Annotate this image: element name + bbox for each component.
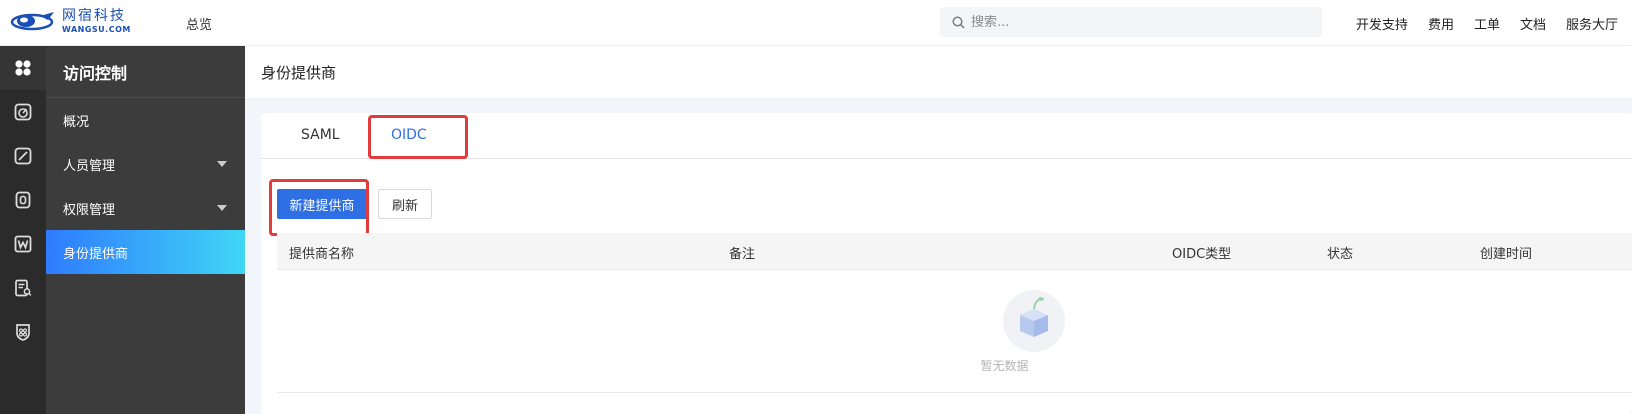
nav-docs[interactable]: 文档 (1520, 14, 1546, 33)
page-title: 身份提供商 (261, 63, 337, 82)
nav-tickets[interactable]: 工单 (1474, 14, 1500, 33)
refresh-button[interactable]: 刷新 (378, 189, 432, 219)
empty-text: 暂无数据 (980, 359, 1029, 373)
company-logo[interactable]: 网宿科技 WANGSU.COM (10, 8, 131, 34)
shield-icon (16, 324, 30, 341)
page-header: 身份提供商 (245, 46, 1632, 98)
highlight-box-create-button (269, 179, 369, 236)
sidebar-item-label: 身份提供商 (63, 246, 129, 262)
column-header-remark[interactable]: 备注 (729, 243, 755, 262)
sidebar: 访问控制 概况 人员管理 权限管理 身份提供商 (46, 46, 245, 414)
document-search-icon (15, 279, 32, 297)
w-icon (14, 235, 32, 253)
chevron-down-icon (217, 205, 227, 211)
rail-item-doc-search[interactable] (0, 266, 46, 310)
search-box[interactable] (940, 7, 1322, 37)
rail-item-w[interactable] (0, 222, 46, 266)
edit-icon (14, 147, 32, 165)
nav-billing[interactable]: 费用 (1428, 14, 1454, 33)
sidebar-item-label: 人员管理 (63, 158, 116, 174)
column-header-oidc-type[interactable]: OIDC类型 (1172, 243, 1231, 262)
icon-rail (0, 46, 46, 414)
table-empty-state: 暂无数据 (277, 271, 1632, 393)
rail-item-dashboard[interactable] (0, 90, 46, 134)
content-card: SAML OIDC 新建提供商 刷新 提供商名称 备注 OIDC类型 状态 创建… (261, 113, 1632, 414)
sidebar-item-permission-management[interactable]: 权限管理 (46, 186, 245, 230)
sidebar-item-overview[interactable]: 概况 (46, 98, 245, 142)
empty-box-icon (1003, 290, 1065, 352)
sidebar-item-user-management[interactable]: 人员管理 (46, 142, 245, 186)
top-nav: 开发支持 费用 工单 文档 服务大厅 (1356, 14, 1618, 33)
top-bar: 网宿科技 WANGSU.COM 总览 开发支持 费用 工单 文档 服务大厅 (0, 0, 1632, 45)
highlight-box-oidc-tab (368, 115, 468, 159)
logo-name-cn: 网宿科技 (62, 7, 126, 24)
search-input[interactable] (971, 14, 1301, 30)
storage-icon (15, 191, 31, 209)
rail-item-storage[interactable] (0, 178, 46, 222)
overview-link[interactable]: 总览 (186, 14, 212, 33)
search-icon (952, 15, 965, 29)
sidebar-item-identity-provider[interactable]: 身份提供商 (46, 230, 245, 274)
chevron-down-icon (217, 161, 227, 167)
rail-item-edit[interactable] (0, 134, 46, 178)
sidebar-item-label: 概况 (63, 114, 90, 130)
table-header: 提供商名称 备注 OIDC类型 状态 创建时间 (277, 233, 1632, 270)
logo-mark-icon (10, 12, 54, 31)
nav-service-hall[interactable]: 服务大厅 (1566, 14, 1618, 33)
column-header-created-time[interactable]: 创建时间 (1480, 243, 1532, 262)
rail-item-shield[interactable] (0, 310, 46, 354)
logo-name-en: WANGSU.COM (62, 24, 131, 34)
sidebar-title: 访问控制 (46, 46, 245, 98)
column-header-provider-name[interactable]: 提供商名称 (289, 243, 354, 262)
apps-icon (15, 60, 31, 76)
dashboard-icon (14, 103, 32, 121)
nav-dev-support[interactable]: 开发支持 (1356, 14, 1408, 33)
sidebar-item-label: 权限管理 (63, 202, 116, 218)
column-header-status[interactable]: 状态 (1327, 243, 1353, 262)
main-content: 身份提供商 SAML OIDC 新建提供商 刷新 提供商名称 备注 OIDC类型… (245, 46, 1632, 414)
rail-item-apps[interactable] (0, 46, 46, 90)
tab-saml[interactable]: SAML (301, 127, 340, 143)
